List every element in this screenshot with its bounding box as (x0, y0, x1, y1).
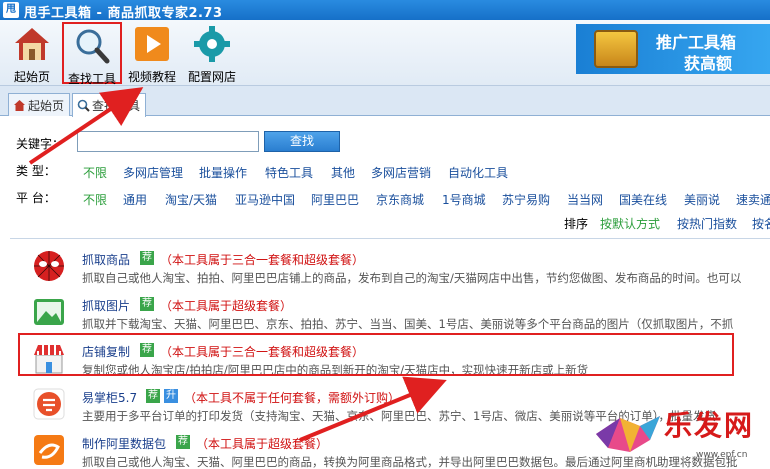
type-option[interactable]: 特色工具 (265, 164, 313, 181)
platform-option[interactable]: 京东商城 (376, 191, 424, 208)
tab-find-tool[interactable]: 查找工具 (72, 93, 146, 117)
filter-panel: 关键字： 查找 类 型： 不限 多网店管理 批量操作 特色工具 其他 多网店营销… (0, 117, 770, 235)
item-name[interactable]: 抓取图片 (82, 297, 130, 314)
home-icon (15, 28, 49, 60)
platform-option[interactable]: 阿里巴巴 (311, 191, 359, 208)
alibaba-icon (34, 435, 64, 465)
picture-icon (34, 299, 64, 325)
play-icon (135, 27, 169, 61)
upgrade-badge: 升 (164, 389, 178, 403)
sort-option[interactable]: 按热门指数 (677, 215, 737, 232)
spider-man-icon (34, 251, 64, 281)
item-package-note: （本工具不属于任何套餐，需额外订购） (184, 391, 401, 405)
toolbar-config-store-button[interactable]: 配置网店 (184, 22, 240, 84)
platform-option[interactable]: 苏宁易购 (502, 191, 550, 208)
type-option[interactable]: 多网店营销 (371, 164, 431, 181)
promo-banner[interactable]: 推广工具箱 获高额 (576, 24, 770, 74)
platform-option[interactable]: 当当网 (567, 191, 603, 208)
platform-option[interactable]: 通用 (123, 191, 147, 208)
main-toolbar: 起始页 查找工具 视频教程 配置网店 推广工具箱 获高额 (0, 20, 770, 86)
list-item[interactable]: 抓取图片 荐 （本工具属于超级套餐） 抓取并下载淘宝、天猫、阿里巴巴、京东、拍拍… (10, 289, 770, 335)
magnifier-icon (77, 99, 90, 112)
platform-option[interactable]: 不限 (83, 191, 107, 208)
type-option[interactable]: 不限 (83, 164, 107, 181)
toolbar-video-tutorial-button[interactable]: 视频教程 (124, 22, 180, 84)
sort-option[interactable]: 按默认方式 (600, 215, 660, 232)
recommend-badge: 荐 (140, 251, 154, 265)
item-name[interactable]: 制作阿里数据包 (82, 435, 166, 452)
type-option[interactable]: 其他 (331, 164, 355, 181)
type-option[interactable]: 批量操作 (199, 164, 247, 181)
recommend-badge: 荐 (140, 297, 154, 311)
title-bar: 甩 甩手工具箱 - 商品抓取专家2.73 (0, 0, 770, 21)
keyword-input[interactable] (77, 131, 259, 152)
highlight-box (18, 333, 734, 376)
platform-option[interactable]: 速卖通 (736, 191, 770, 208)
toolbar-find-tool-button[interactable]: 查找工具 (62, 22, 122, 86)
item-package-note: （本工具属于超级套餐） (196, 437, 329, 451)
item-package-note: （本工具属于超级套餐） (160, 299, 293, 313)
item-name[interactable]: 易掌柜5.7 (82, 389, 137, 406)
magnifier-icon (76, 29, 110, 64)
platform-option[interactable]: 美丽说 (684, 191, 720, 208)
type-option[interactable]: 多网店管理 (123, 164, 183, 181)
platform-option[interactable]: 国美在线 (619, 191, 667, 208)
sort-option[interactable]: 按名 (752, 215, 770, 232)
keyword-label: 关键字： (16, 137, 65, 151)
sort-label: 排序 (564, 217, 589, 231)
recommend-badge: 荐 (176, 435, 190, 449)
home-icon (14, 100, 25, 111)
tab-home[interactable]: 起始页 (8, 93, 70, 116)
item-package-note: （本工具属于三合一套餐和超级套餐） (160, 253, 365, 267)
type-label: 类 型： (16, 164, 56, 178)
gear-icon (194, 26, 230, 62)
search-button[interactable]: 查找 (264, 131, 340, 152)
platform-option[interactable]: 亚马逊中国 (235, 191, 295, 208)
recommend-badge: 荐 (146, 389, 160, 403)
list-item[interactable]: 抓取商品 荐 （本工具属于三合一套餐和超级套餐） 抓取自己或他人淘宝、拍拍、阿里… (10, 243, 770, 289)
platform-label: 平 台： (16, 191, 56, 205)
platform-option[interactable]: 淘宝/天猫 (165, 191, 217, 208)
item-name[interactable]: 抓取商品 (82, 251, 130, 268)
app-icon: 甩 (3, 2, 19, 18)
item-description: 抓取并下载淘宝、天猫、阿里巴巴、京东、拍拍、苏宁、当当、国美、1号店、美丽说等多… (82, 317, 734, 331)
tab-bar: 起始页 查找工具 (0, 86, 770, 117)
watermark: 乐发网 www.epf.cn (590, 400, 770, 469)
platform-option[interactable]: 1号商城 (442, 191, 486, 208)
toolbar-home-button[interactable]: 起始页 (6, 22, 58, 84)
type-option[interactable]: 自动化工具 (448, 164, 508, 181)
colorful-goat-logo (596, 416, 660, 452)
window-title: 甩手工具箱 - 商品抓取专家2.73 (24, 6, 223, 21)
yizhanggui-logo-icon (33, 388, 65, 420)
item-description: 抓取自己或他人淘宝、拍拍、阿里巴巴店铺上的商品，发布到自己的淘宝/天猫网店中出售… (82, 271, 742, 285)
treasure-chest-icon (594, 30, 638, 68)
